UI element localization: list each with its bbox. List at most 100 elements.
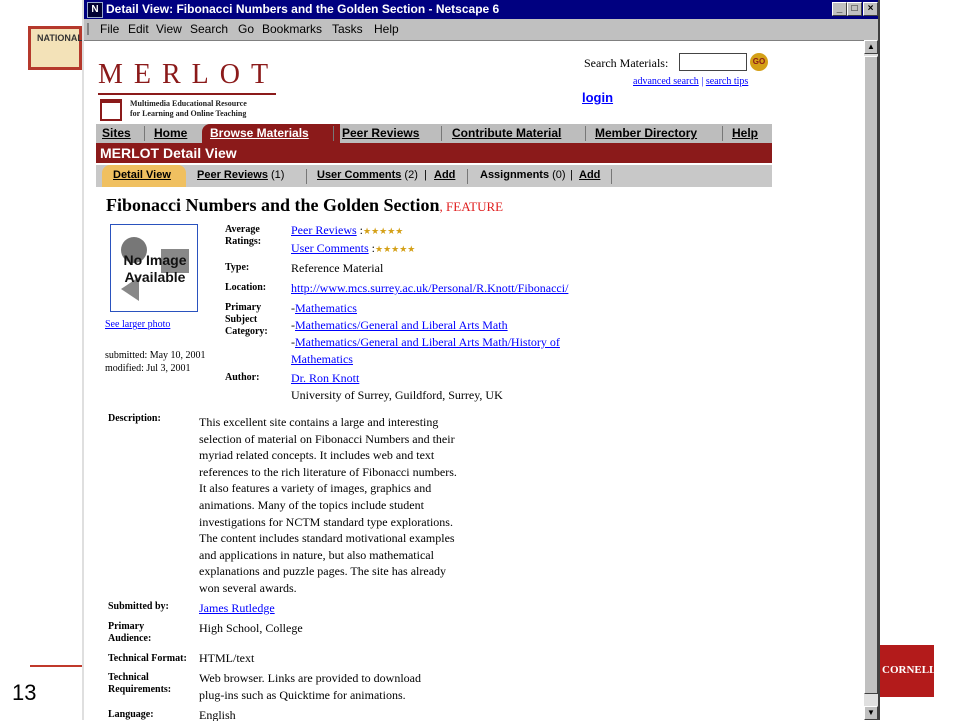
submitter-link[interactable]: James Rutledge <box>199 601 275 615</box>
go-button[interactable]: GO <box>750 53 768 71</box>
submitted-date: submitted: May 10, 2001 <box>105 350 206 361</box>
type-value: Reference Material <box>291 261 384 275</box>
nav-separator <box>722 126 723 141</box>
merlot-logo[interactable]: MERLOT Multimedia Educational Resource f… <box>96 59 276 121</box>
nav-contribute-material[interactable]: Contribute Material <box>452 126 561 140</box>
category-link-general-liberal-arts[interactable]: Mathematics/General and Liberal Arts Mat… <box>295 318 508 332</box>
close-button[interactable]: × <box>863 2 878 16</box>
user-comments-link[interactable]: User Comments <box>291 241 369 255</box>
pillar-icon <box>100 99 122 121</box>
menu-help[interactable]: Help <box>374 22 399 36</box>
subtab-separator <box>467 169 468 184</box>
menu-file[interactable]: File <box>100 22 119 36</box>
window-title: Detail View: Fibonacci Numbers and the G… <box>106 2 500 16</box>
peer-review-rating: Peer Reviews :★★★★★ <box>291 222 415 240</box>
menu-edit[interactable]: Edit <box>128 22 149 36</box>
submission-dates: submitted: May 10, 2001 modified: Jul 3,… <box>105 349 206 375</box>
advanced-search-link[interactable]: advanced search <box>633 76 699 87</box>
search-tips-link[interactable]: search tips <box>706 76 749 87</box>
nav-help[interactable]: Help <box>732 126 758 140</box>
menu-tasks[interactable]: Tasks <box>332 22 363 36</box>
category-link-mathematics[interactable]: Mathematics <box>295 301 357 315</box>
location-link[interactable]: http://www.mcs.surrey.ac.uk/Personal/R.K… <box>291 281 568 295</box>
cornell-logo-text: CORNELL <box>882 664 937 676</box>
search-links: advanced search | search tips <box>633 76 748 87</box>
slide-divider <box>30 665 82 667</box>
no-image-line-1: No Image <box>123 252 187 268</box>
peer-reviews-link[interactable]: Peer Reviews <box>291 223 357 237</box>
add-assignment-link[interactable]: Add <box>579 169 600 181</box>
primary-audience-label-line-2: Audience: <box>108 633 152 644</box>
ratings-values: Peer Reviews :★★★★★ User Comments :★★★★★ <box>291 222 415 258</box>
category-link-history[interactable]: Mathematics/General and Liberal Arts Mat… <box>295 335 560 349</box>
minimize-button[interactable]: _ <box>832 2 847 16</box>
subtab-separator <box>306 169 307 184</box>
primary-subject-label-line-2: Subject <box>225 314 258 325</box>
author-item: Dr. Ron Knott <box>291 370 503 387</box>
subtab-separator <box>611 169 612 184</box>
add-comment-link[interactable]: Add <box>434 169 455 181</box>
tab-assignments[interactable]: Assignments (0) <box>480 169 566 181</box>
menu-bookmarks[interactable]: Bookmarks <box>262 22 322 36</box>
technical-format-value: HTML/text <box>199 651 255 665</box>
description-label: Description: <box>108 413 161 424</box>
tab-detail-view[interactable]: Detail View <box>113 169 171 181</box>
category-item: -Mathematics/General and Liberal Arts Ma… <box>291 317 560 334</box>
author-link[interactable]: Dr. Ron Knott <box>291 371 359 385</box>
detail-view-banner: MERLOT Detail View <box>96 143 772 163</box>
category-link-history-continued[interactable]: Mathematics <box>291 352 353 366</box>
scroll-up-arrow-icon[interactable]: ▲ <box>864 40 878 54</box>
netscape-app-icon[interactable]: N <box>87 2 103 18</box>
scroll-down-arrow-icon[interactable]: ▼ <box>864 706 878 720</box>
author-label: Author: <box>225 372 260 383</box>
description-text: This excellent site contains a large and… <box>199 414 499 597</box>
technical-requirements-value: Web browser. Links are provided to downl… <box>199 670 421 704</box>
slide-number: 13 <box>12 680 37 705</box>
search-label: Search Materials: <box>584 56 669 70</box>
primary-subject-label-line-1: Primary <box>225 302 262 313</box>
no-image-text: No Image Available <box>111 252 199 286</box>
tab-assignments-label: Assignments <box>480 169 550 181</box>
technical-requirements-label: Technical Requirements: <box>108 672 171 696</box>
subtab-pipe: | <box>570 169 573 181</box>
description-line: This excellent site contains a large and… <box>199 415 439 429</box>
scrollbar-thumb[interactable] <box>864 56 878 694</box>
location-label: Location: <box>225 282 267 293</box>
national-logo: NATIONAL <box>28 26 83 70</box>
category-item: -Mathematics <box>291 300 560 317</box>
primary-audience-label-line-1: Primary <box>108 621 145 632</box>
vertical-scrollbar[interactable]: ▲ ▼ <box>864 40 878 720</box>
search-input[interactable] <box>679 53 747 71</box>
nav-sites[interactable]: Sites <box>102 126 131 140</box>
login-link[interactable]: login <box>582 90 613 105</box>
submitted-by-value: James Rutledge <box>199 600 275 617</box>
average-ratings-label-line-1: Average <box>225 224 260 235</box>
see-larger-photo-link[interactable]: See larger photo <box>105 319 170 330</box>
technical-requirements-label-line-2: Requirements: <box>108 684 172 695</box>
tab-peer-reviews[interactable]: Peer Reviews (1) <box>197 169 284 181</box>
material-thumbnail[interactable]: No Image Available <box>110 224 198 312</box>
menu-grip-icon[interactable] <box>87 23 95 35</box>
tab-user-comments-label: User Comments <box>317 169 402 181</box>
cornell-logo: CORNELL <box>878 645 937 697</box>
national-logo-text: NATIONAL <box>37 33 83 43</box>
submitted-by-label: Submitted by: <box>108 601 169 612</box>
menu-search[interactable]: Search <box>190 22 228 36</box>
search-links-separator: | <box>701 76 704 87</box>
nav-home[interactable]: Home <box>154 126 187 140</box>
menu-go[interactable]: Go <box>238 22 254 36</box>
technical-requirements-label-line-1: Technical <box>108 672 149 683</box>
nav-member-directory[interactable]: Member Directory <box>595 126 697 140</box>
menu-view[interactable]: View <box>156 22 182 36</box>
peer-rating-stars-icon: ★★★★★ <box>363 226 404 236</box>
nav-separator <box>144 126 145 141</box>
merlot-logo-word: MERLOT <box>98 59 280 90</box>
description-line: explanations and puzzle pages. The site … <box>199 564 447 579</box>
nav-browse-materials[interactable]: Browse Materials <box>210 126 309 140</box>
nav-peer-reviews[interactable]: Peer Reviews <box>342 126 419 140</box>
user-rating-stars-icon: ★★★★★ <box>375 244 416 254</box>
technical-format-label: Technical Format: <box>108 653 187 664</box>
maximize-button[interactable]: □ <box>847 2 862 16</box>
location-value: http://www.mcs.surrey.ac.uk/Personal/R.K… <box>291 280 568 297</box>
tab-user-comments[interactable]: User Comments (2) <box>317 169 418 181</box>
